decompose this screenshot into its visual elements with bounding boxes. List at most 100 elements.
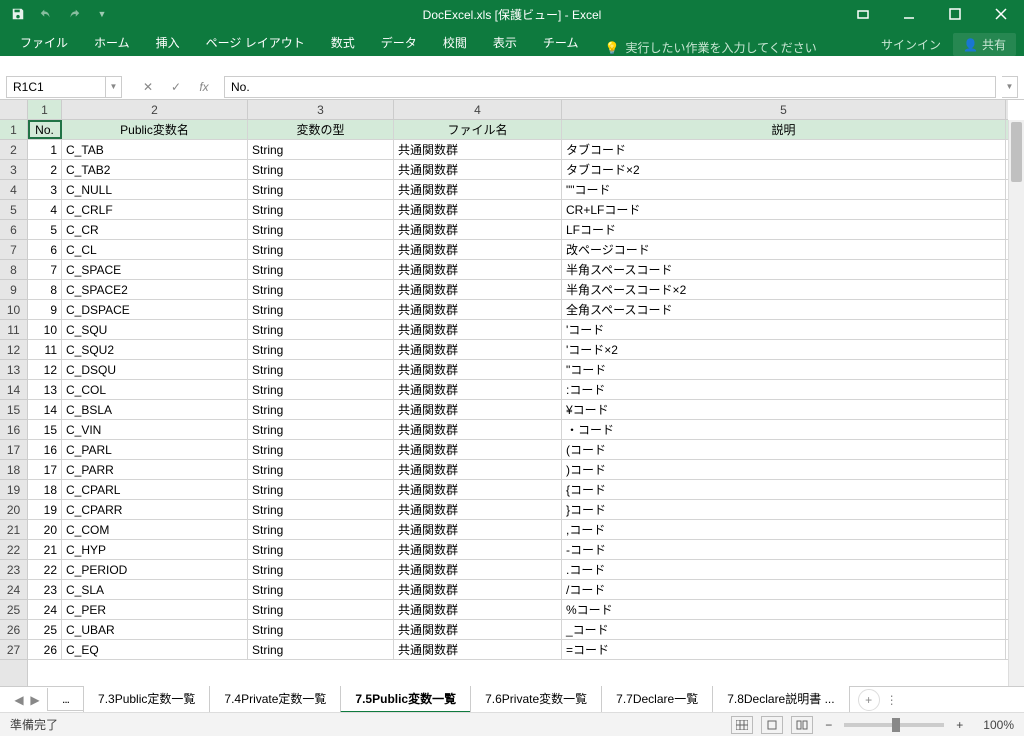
row-header[interactable]: 26 (0, 620, 27, 640)
cell[interactable]: 20 (28, 520, 62, 539)
cell[interactable]: 5 (28, 220, 62, 239)
sheet-tab[interactable]: 7.6Private変数一覧 (470, 686, 602, 713)
cell[interactable]: ・コード (562, 420, 1006, 439)
column-header[interactable]: 1 (28, 100, 62, 119)
sheet-tab-ellipsis[interactable]: ... (47, 688, 84, 711)
cell[interactable]: String (248, 160, 394, 179)
fx-button[interactable]: fx (194, 80, 214, 94)
cell[interactable]: タブコード (562, 140, 1006, 159)
cell[interactable]: 半角スペースコード×2 (562, 280, 1006, 299)
cell[interactable]: 共通関数群 (394, 360, 562, 379)
cell[interactable]: 3 (28, 180, 62, 199)
cell[interactable]: 21 (28, 540, 62, 559)
cells-area[interactable]: No.Public変数名変数の型ファイル名説明1C_TABString共通関数群… (28, 120, 1008, 686)
row-header[interactable]: 13 (0, 360, 27, 380)
cell[interactable]: 共通関数群 (394, 480, 562, 499)
row-header[interactable]: 3 (0, 160, 27, 180)
cell[interactable]: 23 (28, 580, 62, 599)
row-header[interactable]: 7 (0, 240, 27, 260)
row-header[interactable]: 15 (0, 400, 27, 420)
qat-dropdown[interactable]: ▼ (90, 2, 114, 26)
view-page-layout-button[interactable] (761, 716, 783, 734)
ribbon-display-button[interactable] (840, 0, 886, 28)
cell[interactable]: 共通関数群 (394, 300, 562, 319)
select-all-corner[interactable] (0, 100, 28, 120)
cell[interactable]: String (248, 620, 394, 639)
header-cell[interactable]: 変数の型 (248, 120, 394, 139)
row-header[interactable]: 23 (0, 560, 27, 580)
header-cell[interactable]: No. (28, 120, 62, 139)
cell[interactable]: 18 (28, 480, 62, 499)
row-header[interactable]: 18 (0, 460, 27, 480)
cell[interactable]: 13 (28, 380, 62, 399)
tab-home[interactable]: ホーム (82, 29, 142, 56)
maximize-button[interactable] (932, 0, 978, 28)
share-button[interactable]: 👤 共有 (953, 33, 1016, 56)
cell[interactable]: String (248, 340, 394, 359)
formula-input[interactable]: No. (224, 76, 996, 98)
cell[interactable]: }コード (562, 500, 1006, 519)
row-header[interactable]: 2 (0, 140, 27, 160)
cell[interactable]: 8 (28, 280, 62, 299)
cell[interactable]: "コード (562, 360, 1006, 379)
cell[interactable]: 共通関数群 (394, 420, 562, 439)
row-header[interactable]: 17 (0, 440, 27, 460)
sheet-tab[interactable]: 7.3Public定数一覧 (83, 686, 210, 713)
cell[interactable]: ¥コード (562, 400, 1006, 419)
cell[interactable]: C_CR (62, 220, 248, 239)
cell[interactable]: C_DSQU (62, 360, 248, 379)
tab-insert[interactable]: 挿入 (144, 29, 192, 56)
cell[interactable]: String (248, 440, 394, 459)
cell[interactable]: 12 (28, 360, 62, 379)
close-button[interactable] (978, 0, 1024, 28)
cell[interactable]: 15 (28, 420, 62, 439)
cell[interactable]: 共通関数群 (394, 440, 562, 459)
row-header[interactable]: 5 (0, 200, 27, 220)
cell[interactable]: C_PARL (62, 440, 248, 459)
tell-me-search[interactable]: 💡 実行したい作業を入力してください (604, 39, 816, 56)
cell[interactable]: 25 (28, 620, 62, 639)
cell[interactable]: :コード (562, 380, 1006, 399)
cell[interactable]: String (248, 480, 394, 499)
cell[interactable]: 共通関数群 (394, 240, 562, 259)
row-header[interactable]: 27 (0, 640, 27, 660)
row-header[interactable]: 16 (0, 420, 27, 440)
cell[interactable]: =コード (562, 640, 1006, 659)
cell[interactable]: String (248, 560, 394, 579)
cell[interactable]: 共通関数群 (394, 600, 562, 619)
enter-formula-button[interactable]: ✓ (166, 80, 186, 94)
cell[interactable]: 共通関数群 (394, 560, 562, 579)
tab-formulas[interactable]: 数式 (319, 29, 367, 56)
cell[interactable]: C_BSLA (62, 400, 248, 419)
name-box-dropdown[interactable]: ▼ (106, 76, 122, 98)
cell[interactable]: C_PERIOD (62, 560, 248, 579)
view-page-break-button[interactable] (791, 716, 813, 734)
cell[interactable]: 24 (28, 600, 62, 619)
cancel-formula-button[interactable]: ✕ (138, 80, 158, 94)
cell[interactable]: C_SPACE2 (62, 280, 248, 299)
header-cell[interactable]: Public変数名 (62, 120, 248, 139)
tab-team[interactable]: チーム (531, 29, 591, 56)
undo-button[interactable] (34, 2, 58, 26)
cell[interactable]: )コード (562, 460, 1006, 479)
save-button[interactable] (6, 2, 30, 26)
row-header[interactable]: 21 (0, 520, 27, 540)
row-header[interactable]: 8 (0, 260, 27, 280)
cell[interactable]: C_SLA (62, 580, 248, 599)
row-header[interactable]: 20 (0, 500, 27, 520)
cell[interactable]: 共通関数群 (394, 320, 562, 339)
add-sheet-button[interactable]: + (858, 689, 880, 711)
cell[interactable]: 6 (28, 240, 62, 259)
zoom-level[interactable]: 100% (983, 718, 1014, 732)
cell[interactable]: String (248, 300, 394, 319)
cell[interactable]: String (248, 500, 394, 519)
sheet-tab[interactable]: 7.7Declare一覧 (601, 686, 713, 713)
cell[interactable]: String (248, 280, 394, 299)
cell[interactable]: C_HYP (62, 540, 248, 559)
row-header[interactable]: 25 (0, 600, 27, 620)
cell[interactable]: 共通関数群 (394, 260, 562, 279)
cell[interactable]: String (248, 180, 394, 199)
cell[interactable]: 共通関数群 (394, 540, 562, 559)
cell[interactable]: String (248, 380, 394, 399)
cell[interactable]: 10 (28, 320, 62, 339)
